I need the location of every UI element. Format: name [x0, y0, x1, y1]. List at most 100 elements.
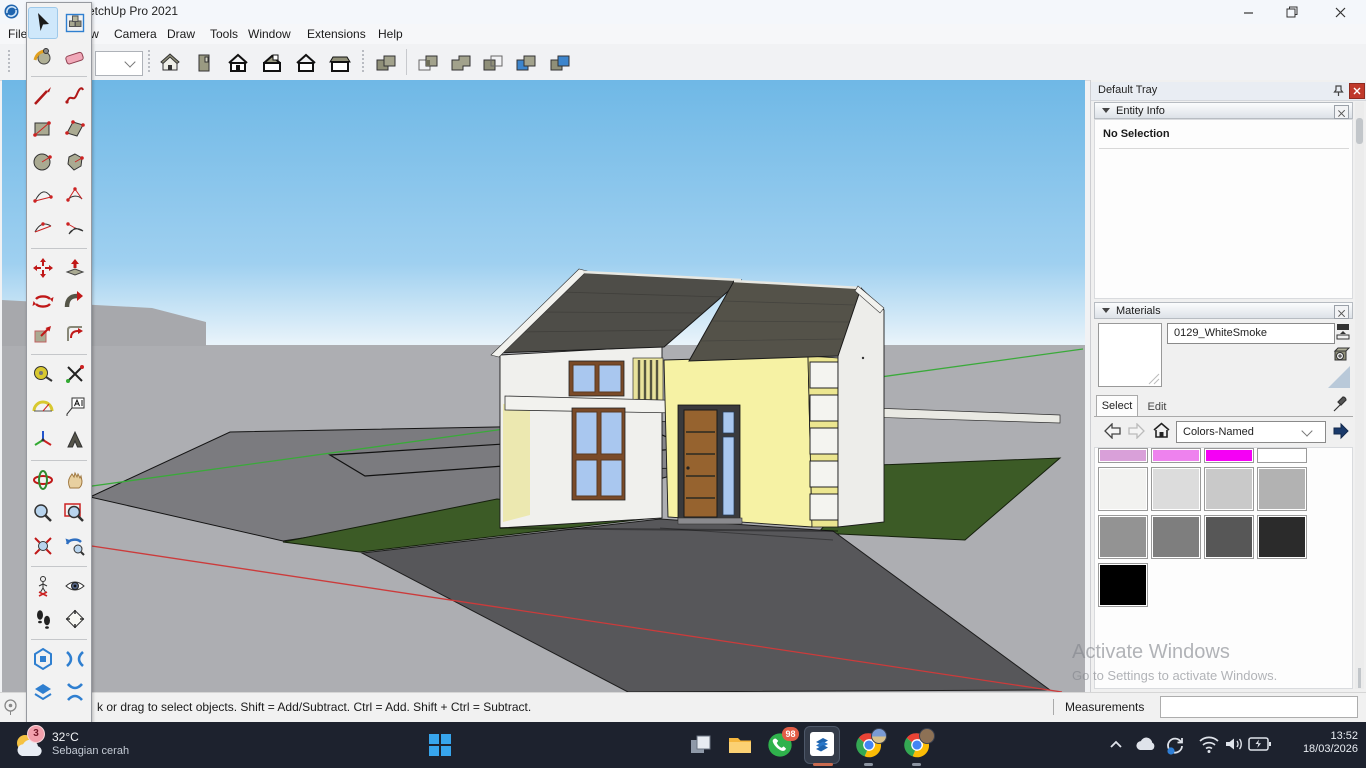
home-icon[interactable] [1152, 422, 1171, 439]
offset-tool-button[interactable] [60, 318, 90, 350]
back-arrow-icon[interactable] [1104, 423, 1121, 439]
toolbar-drag-handle[interactable] [362, 50, 366, 74]
entity-info-close-button[interactable] [1334, 105, 1349, 119]
line-tool-button[interactable] [28, 80, 58, 112]
geolocation-icon[interactable] [3, 699, 18, 716]
color-swatch[interactable] [1098, 563, 1148, 607]
color-swatch[interactable] [1257, 448, 1307, 463]
left-view-button[interactable] [326, 49, 353, 76]
right-view-button[interactable] [258, 49, 285, 76]
style-combo[interactable] [95, 51, 143, 76]
zoom-window-tool-button[interactable] [60, 497, 90, 529]
whatsapp-button[interactable]: 98 [766, 731, 794, 759]
look-around-tool-button[interactable] [60, 570, 90, 602]
menu-window[interactable]: Window [245, 26, 294, 42]
protractor-tool-button[interactable] [28, 391, 58, 423]
iso-view-button[interactable] [156, 49, 183, 76]
axes-tool-button[interactable] [28, 424, 58, 456]
color-swatch[interactable] [1151, 448, 1201, 463]
union-button[interactable] [447, 49, 474, 76]
collection-dropdown[interactable]: Colors-Named [1176, 421, 1326, 443]
display-secondary-pane-icon[interactable] [1335, 323, 1351, 340]
extension-tool-4-button[interactable] [60, 676, 90, 708]
material-name-field[interactable]: 0129_WhiteSmoke [1167, 323, 1335, 344]
subtract-button[interactable] [479, 49, 506, 76]
start-button[interactable] [428, 733, 452, 757]
arc-2-point-tool-button[interactable] [28, 179, 58, 211]
details-arrow-icon[interactable] [1332, 422, 1350, 442]
make-component-button[interactable] [60, 7, 90, 39]
text-tool-button[interactable] [60, 391, 90, 423]
move-tool-button[interactable] [28, 252, 58, 284]
scale-tool-button[interactable] [28, 318, 58, 350]
orbit-tool-button[interactable] [28, 464, 58, 496]
paint-bucket-button[interactable] [28, 40, 58, 72]
push-pull-tool-button[interactable] [60, 252, 90, 284]
front-view-button[interactable] [224, 49, 251, 76]
menu-help[interactable]: Help [375, 26, 406, 42]
sync-icon[interactable] [1163, 733, 1187, 757]
pie-tool-button[interactable] [60, 212, 90, 244]
3d-viewport[interactable] [2, 80, 1085, 692]
materials-close-button[interactable] [1334, 305, 1349, 319]
forward-arrow-icon[interactable] [1128, 423, 1145, 439]
rectangle-tool-button[interactable] [28, 113, 58, 145]
trim-button[interactable] [512, 49, 539, 76]
minimize-button[interactable] [1228, 0, 1268, 24]
previous-view-tool-button[interactable] [60, 530, 90, 562]
extension-tool-1-button[interactable] [28, 643, 58, 675]
tray-scrollbar[interactable] [1355, 102, 1364, 689]
file-explorer-button[interactable] [727, 732, 753, 758]
tab-edit[interactable]: Edit [1138, 398, 1176, 416]
color-swatch[interactable] [1257, 467, 1307, 511]
sketchup-taskbar-button[interactable] [804, 726, 840, 764]
position-camera-tool-button[interactable] [28, 570, 58, 602]
task-view-button[interactable] [688, 732, 714, 758]
color-swatch[interactable] [1204, 515, 1254, 559]
weather-widget[interactable]: 3 32°C Sebagian cerah [10, 724, 160, 766]
extension-tool-2-button[interactable] [60, 643, 90, 675]
arc-3-point-tool-button[interactable] [28, 212, 58, 244]
color-swatch[interactable] [1151, 467, 1201, 511]
measurements-input[interactable] [1160, 696, 1358, 718]
select-tool-button[interactable] [28, 7, 58, 39]
dimension-tool-button[interactable] [60, 358, 90, 390]
outer-shell-button[interactable] [372, 49, 399, 76]
onedrive-icon[interactable] [1134, 735, 1158, 753]
split-button[interactable] [546, 49, 573, 76]
zoom-extents-tool-button[interactable] [28, 530, 58, 562]
color-swatch[interactable] [1098, 515, 1148, 559]
clock[interactable]: 13:52 18/03/2026 [1282, 730, 1358, 756]
extension-tool-3-button[interactable] [28, 676, 58, 708]
battery-icon[interactable] [1248, 735, 1272, 753]
tab-select[interactable]: Select [1096, 395, 1138, 417]
toolbar-drag-handle[interactable] [148, 50, 152, 74]
back-view-button[interactable] [292, 49, 319, 76]
color-swatch[interactable] [1257, 515, 1307, 559]
3d-text-tool-button[interactable] [60, 424, 90, 456]
top-view-button[interactable] [190, 49, 217, 76]
eraser-button[interactable] [60, 40, 90, 72]
menu-tools[interactable]: Tools [207, 26, 241, 42]
menu-draw[interactable]: Draw [164, 26, 198, 42]
restore-button[interactable] [1272, 0, 1312, 24]
color-swatch[interactable] [1151, 515, 1201, 559]
walk-tool-button[interactable] [28, 603, 58, 635]
chrome-button-2[interactable] [903, 731, 931, 759]
menu-extensions[interactable]: Extensions [304, 26, 369, 42]
eyedropper-icon[interactable] [1332, 395, 1348, 413]
zoom-tool-button[interactable] [28, 497, 58, 529]
wifi-icon[interactable] [1198, 735, 1220, 753]
polygon-tool-button[interactable] [60, 146, 90, 178]
color-swatch[interactable] [1098, 467, 1148, 511]
close-button[interactable] [1320, 0, 1360, 24]
entity-info-header[interactable]: Entity Info [1094, 102, 1353, 119]
color-swatch[interactable] [1204, 467, 1254, 511]
scrollbar-thumb[interactable] [1356, 118, 1363, 144]
hidden-icons-chevron[interactable] [1108, 737, 1124, 751]
volume-icon[interactable] [1224, 735, 1244, 753]
chrome-button-1[interactable] [855, 731, 883, 759]
freehand-tool-button[interactable] [60, 80, 90, 112]
color-swatch[interactable] [1204, 448, 1254, 463]
scrollbar-thumb-2[interactable] [1358, 668, 1361, 688]
